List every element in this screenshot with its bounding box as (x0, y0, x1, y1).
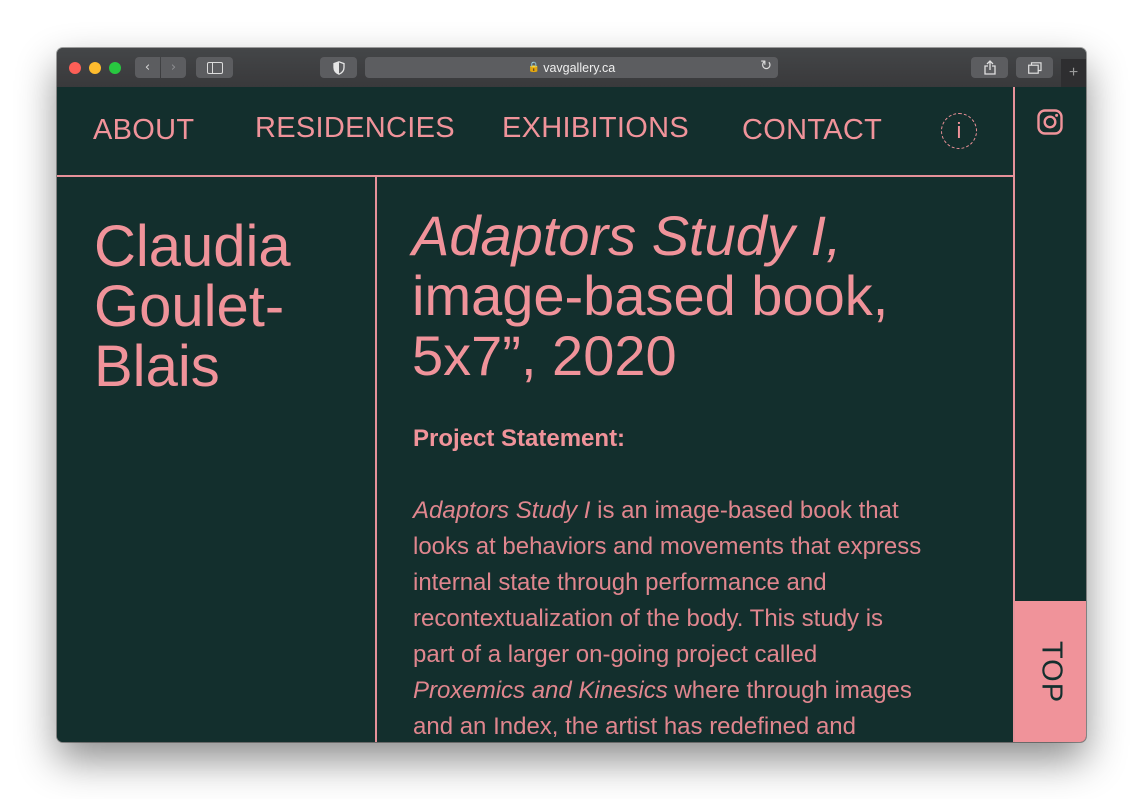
nav-about[interactable]: ABOUT (93, 114, 194, 147)
statement-line: recontextualization of the body. This st… (413, 605, 884, 632)
statement-line: part of a larger on-going project called (413, 641, 818, 668)
statement-line: Proxemics and Kinesics where through ima… (413, 673, 1003, 709)
info-icon: i (956, 118, 962, 143)
artist-name: Claudia Goulet- Blais (94, 217, 354, 397)
share-button[interactable] (971, 57, 1008, 78)
statement-line: internal state through performance and (413, 569, 827, 596)
sidebar-toggle-button[interactable] (196, 57, 233, 78)
new-tab-button[interactable]: + (1061, 59, 1086, 87)
forward-button[interactable]: › (161, 57, 186, 78)
share-icon (983, 60, 996, 75)
artist-name-line: Claudia (94, 214, 291, 279)
chevron-right-icon: › (170, 60, 177, 75)
statement-italic: Proxemics and Kinesics (413, 677, 668, 704)
nav-exhibitions[interactable]: EXHIBITIONS (502, 112, 689, 145)
browser-toolbar: ‹ › 🔒 vavgallery.ca ↻ + (57, 48, 1086, 88)
browser-window: ‹ › 🔒 vavgallery.ca ↻ + ABOUT RESIDENCIE… (57, 48, 1086, 742)
close-window-button[interactable] (69, 62, 81, 74)
lock-icon: 🔒 (527, 62, 541, 73)
shield-icon (332, 60, 345, 75)
url-text: vavgallery.ca (543, 60, 616, 75)
artist-name-line: Goulet- (94, 274, 285, 339)
zoom-window-button[interactable] (109, 62, 121, 74)
statement-line: and an Index, the artist has redefined a… (413, 713, 856, 740)
chevron-left-icon: ‹ (144, 60, 151, 75)
statement-heading: Project Statement: (413, 425, 626, 452)
instagram-icon[interactable] (1037, 109, 1063, 135)
back-to-top-button[interactable]: TOP (1015, 601, 1086, 742)
statement-italic: Adaptors Study I (413, 497, 591, 524)
nav-contact[interactable]: CONTACT (742, 114, 882, 147)
top-label: TOP (1035, 640, 1067, 703)
back-button[interactable]: ‹ (135, 57, 160, 78)
statement-line: looks at behaviors and movements that ex… (413, 533, 922, 560)
top-navigation: ABOUT RESIDENCIES EXHIBITIONS CONTACT i (57, 87, 1014, 177)
address-bar[interactable]: 🔒 vavgallery.ca ↻ (365, 57, 778, 78)
tab-overview-button[interactable] (1016, 57, 1053, 78)
url-display: 🔒 vavgallery.ca (365, 57, 778, 78)
info-button[interactable]: i (941, 113, 977, 149)
sidebar-icon (206, 61, 223, 74)
plus-icon: + (1068, 64, 1079, 81)
work-title-line: image-based book, (412, 264, 889, 327)
web-page: ABOUT RESIDENCIES EXHIBITIONS CONTACT i … (57, 87, 1086, 742)
work-title-line: 5x7”, 2020 (412, 324, 677, 387)
work-title-italic: Adaptors Study I, (412, 204, 842, 267)
column-divider (375, 176, 377, 742)
artist-name-line: Blais (94, 334, 220, 399)
nav-residencies[interactable]: RESIDENCIES (255, 112, 455, 145)
statement-body: Adaptors Study I is an image-based book … (413, 493, 1003, 742)
statement-line: Adaptors Study I is an image-based book … (413, 493, 1003, 529)
reload-icon[interactable]: ↻ (760, 58, 772, 74)
statement-text: is an image-based book that (590, 497, 899, 524)
minimize-window-button[interactable] (89, 62, 101, 74)
statement-text: where through images (667, 677, 912, 704)
privacy-report-button[interactable] (320, 57, 357, 78)
work-title: Adaptors Study I, image-based book, 5x7”… (412, 206, 1002, 386)
tabs-icon (1027, 61, 1042, 74)
